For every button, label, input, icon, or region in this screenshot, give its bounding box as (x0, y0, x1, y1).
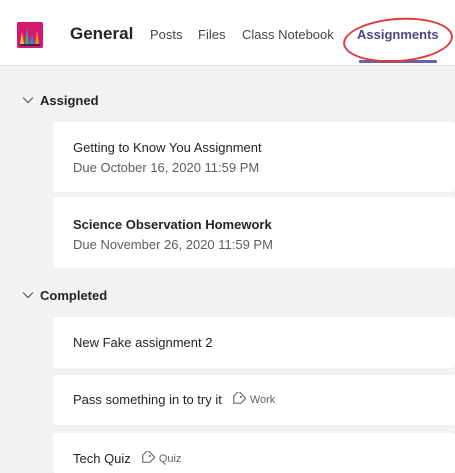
assignment-tag: Quiz (139, 451, 182, 465)
tab-posts[interactable]: Posts (150, 27, 183, 42)
assignment-title: Getting to Know You Assignment (73, 140, 262, 155)
section-completed-label: Completed (40, 288, 108, 303)
chevron-down-icon (22, 97, 34, 104)
assignment-title: New Fake assignment 2 (73, 335, 213, 350)
assignment-title: Pass something in to try it (73, 392, 222, 407)
annotation-highlight-ellipse (341, 14, 455, 66)
assignment-title-row: Pass something in to try it Work (73, 392, 275, 407)
tag-icon (233, 392, 246, 404)
assignment-due-date: Due November 26, 2020 11:59 PM (73, 237, 273, 252)
chevron-down-icon (22, 292, 34, 299)
tab-class-notebook[interactable]: Class Notebook (242, 27, 334, 42)
tab-files[interactable]: Files (198, 27, 225, 42)
assignment-title: Science Observation Homework (73, 217, 272, 232)
channel-header: General Posts Files Class Notebook Assig… (0, 0, 455, 66)
team-name: General (70, 24, 134, 43)
assignment-tag-label: Quiz (158, 453, 182, 465)
assignment-card[interactable]: Tech Quiz Quiz (53, 433, 455, 473)
assignment-tag: Work (230, 392, 275, 406)
assignment-title-row: Tech Quiz Quiz (73, 451, 181, 466)
assignment-card[interactable]: Getting to Know You Assignment Due Octob… (53, 122, 455, 192)
assignment-due-date: Due October 16, 2020 11:59 PM (73, 160, 260, 175)
assignment-tag-label: Work (249, 394, 276, 406)
assignment-card[interactable]: New Fake assignment 2 (53, 317, 455, 368)
assignment-card[interactable]: Science Observation Homework Due Novembe… (53, 197, 455, 268)
tag-icon (142, 451, 155, 463)
assignment-title: Tech Quiz (73, 451, 131, 466)
section-assigned-header[interactable]: Assigned (22, 93, 99, 108)
section-assigned-label: Assigned (40, 93, 99, 108)
team-logo-icon (17, 22, 43, 48)
section-completed-header[interactable]: Completed (22, 288, 107, 303)
assignment-card[interactable]: Pass something in to try it Work (53, 375, 455, 425)
